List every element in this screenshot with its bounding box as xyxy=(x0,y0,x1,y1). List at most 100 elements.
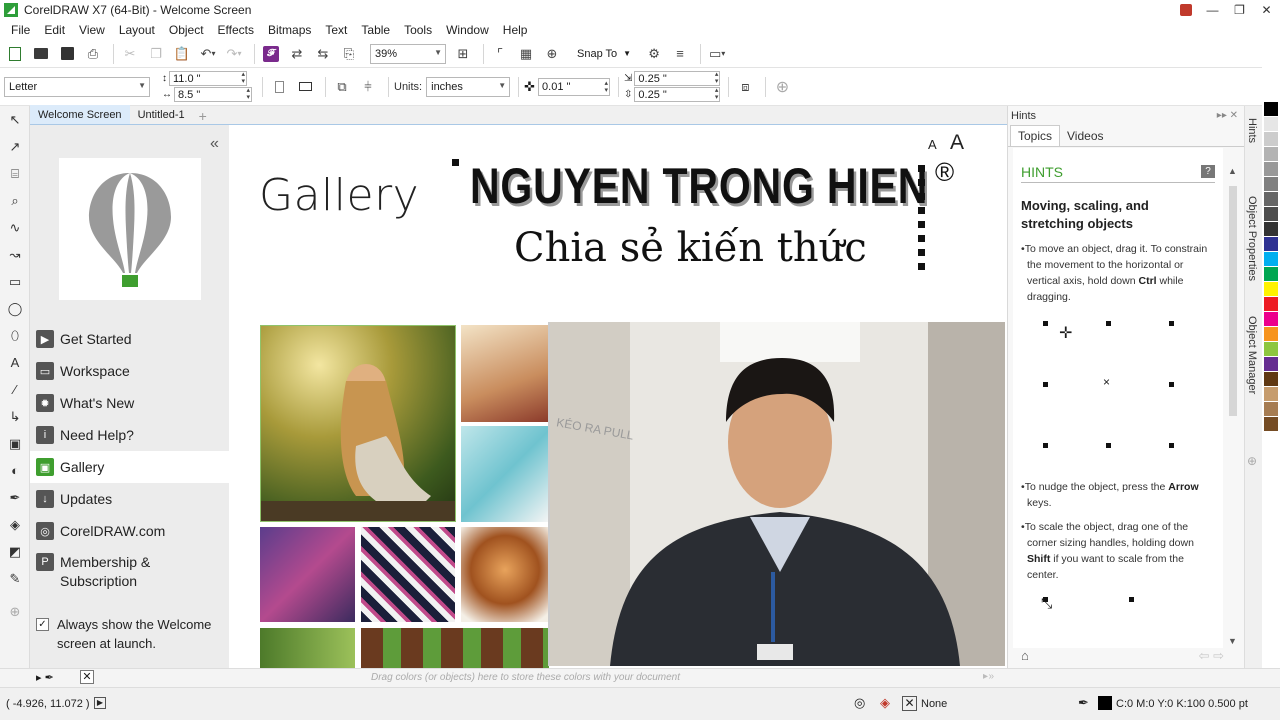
nav-item-gallery[interactable]: ▣ Gallery xyxy=(30,451,229,483)
alignment-icon[interactable]: ≡ xyxy=(669,43,691,65)
menu-effects[interactable]: Effects xyxy=(211,23,261,37)
close-button[interactable]: ✕ xyxy=(1253,0,1280,20)
minimize-button[interactable]: — xyxy=(1199,0,1226,20)
portrait-icon[interactable] xyxy=(268,76,290,98)
menu-help[interactable]: Help xyxy=(496,23,535,37)
palette-swatch[interactable] xyxy=(1264,162,1278,176)
pick-tool-icon[interactable]: ↖ xyxy=(0,106,30,133)
tab-videos[interactable]: Videos xyxy=(1060,126,1110,146)
palette-options-icon[interactable]: ▸ ✒ xyxy=(36,671,54,684)
palette-swatch[interactable] xyxy=(1264,312,1278,326)
decrease-font-button[interactable]: A xyxy=(928,137,937,152)
guidelines-icon[interactable]: ⊕ xyxy=(541,43,563,65)
palette-swatch[interactable] xyxy=(1264,252,1278,266)
duplicate-y-field[interactable]: 0.25 " ▴ ▾ xyxy=(634,87,721,102)
palette-swatch[interactable] xyxy=(1264,132,1278,146)
nav-item-updates[interactable]: ↓ Updates xyxy=(30,483,229,515)
color-proof-icon[interactable]: ◎ xyxy=(854,695,865,711)
eyedropper-icon[interactable]: ✒ xyxy=(0,484,30,511)
menu-view[interactable]: View xyxy=(72,23,112,37)
gallery-thumbnail-vine[interactable] xyxy=(361,628,549,668)
interactive-fill-icon[interactable]: ◈ xyxy=(0,511,30,538)
palette-swatch[interactable] xyxy=(1264,327,1278,341)
palette-swatch[interactable] xyxy=(1264,372,1278,386)
landscape-icon[interactable] xyxy=(294,76,316,98)
publish-pdf-icon[interactable]: ⎘ xyxy=(338,43,360,65)
new-document-icon[interactable] xyxy=(4,43,26,65)
transparency-tool-icon[interactable]: ◐ xyxy=(0,457,30,484)
gallery-thumbnail-woman[interactable] xyxy=(260,325,456,522)
docker-tab-object-properties[interactable]: Object Properties xyxy=(1246,196,1258,281)
cut-icon[interactable]: ✂ xyxy=(119,43,141,65)
menu-layout[interactable]: Layout xyxy=(112,23,162,37)
nav-item-get-started[interactable]: ▶ Get Started xyxy=(30,323,229,355)
smart-fill-icon[interactable]: ◩ xyxy=(0,538,30,565)
launch-application-icon[interactable]: ▭ ▾ xyxy=(706,43,728,65)
undo-icon[interactable]: ↶ ▾ xyxy=(197,43,219,65)
copy-icon[interactable]: ❐ xyxy=(145,43,167,65)
gallery-thumbnail-bear[interactable] xyxy=(461,527,549,622)
menu-edit[interactable]: Edit xyxy=(37,23,72,37)
duplicate-x-field[interactable]: 0.25 " ▴ ▾ xyxy=(634,71,721,86)
gallery-thumbnail-fruit[interactable] xyxy=(260,628,355,668)
palette-swatch[interactable] xyxy=(1264,357,1278,371)
palette-swatch[interactable] xyxy=(1264,342,1278,356)
palette-swatch[interactable] xyxy=(1264,192,1278,206)
options-icon[interactable]: ⚙ xyxy=(643,43,665,65)
rulers-icon[interactable]: ⌜ xyxy=(489,43,511,65)
gallery-thumbnail-pattern[interactable] xyxy=(361,527,455,622)
page-width-field[interactable]: 11.0 " ▴ ▾ xyxy=(169,71,247,86)
palette-swatch[interactable] xyxy=(1264,387,1278,401)
checkbox-checked-icon[interactable]: ✓ xyxy=(36,618,49,631)
all-pages-icon[interactable]: ⧉ xyxy=(331,76,353,98)
zoom-to-page-icon[interactable]: ⊞ xyxy=(452,43,474,65)
collapse-nav-icon[interactable]: « xyxy=(210,135,219,153)
page-size-select[interactable]: Letter ▼ xyxy=(4,76,150,97)
scroll-palette-icon[interactable]: » xyxy=(988,671,994,682)
zoom-tool-icon[interactable]: ⌕ xyxy=(0,187,30,214)
nav-item-need-help-[interactable]: i Need Help? xyxy=(30,419,229,451)
menu-tools[interactable]: Tools xyxy=(397,23,439,37)
play-icon[interactable]: ▶ xyxy=(94,697,106,709)
redo-icon[interactable]: ↷ ▾ xyxy=(223,43,245,65)
nav-item-workspace[interactable]: ▭ Workspace xyxy=(30,355,229,387)
nav-arrows-icon[interactable]: ⇦ ⇨ xyxy=(1199,648,1224,664)
nav-item-membership-subscription[interactable]: P Membership & Subscription xyxy=(30,547,229,595)
print-icon[interactable]: ⎙ xyxy=(82,43,104,65)
paste-icon[interactable]: 📋 xyxy=(171,43,193,65)
palette-swatch[interactable] xyxy=(1264,417,1278,431)
shape-tool-icon[interactable]: ↗ xyxy=(0,133,30,160)
home-icon[interactable]: ⌂ xyxy=(1021,648,1029,663)
nav-item-what-s-new[interactable]: ✹ What's New xyxy=(30,387,229,419)
user-account-icon[interactable] xyxy=(1172,0,1199,20)
gallery-thumbnail-creature[interactable] xyxy=(461,325,549,422)
grid-icon[interactable]: ▦ xyxy=(515,43,537,65)
palette-swatch[interactable] xyxy=(1264,222,1278,236)
docker-tab-object-manager[interactable]: Object Manager xyxy=(1246,316,1258,394)
text-tool-icon[interactable]: A xyxy=(0,349,30,376)
polygon-tool-icon[interactable]: ⬯ xyxy=(0,322,30,349)
nav-item-coreldraw-com[interactable]: ◎ CorelDRAW.com xyxy=(30,515,229,547)
palette-swatch[interactable] xyxy=(1264,41,1278,101)
units-select[interactable]: inches ▼ xyxy=(426,76,511,97)
menu-table[interactable]: Table xyxy=(354,23,397,37)
freehand-tool-icon[interactable]: ∿ xyxy=(0,214,30,241)
ellipse-tool-icon[interactable]: ◯ xyxy=(0,295,30,322)
search-content-icon[interactable]: 𝓕 xyxy=(260,43,282,65)
no-color-swatch-icon[interactable]: ✕ xyxy=(80,670,94,684)
menu-bitmaps[interactable]: Bitmaps xyxy=(261,23,318,37)
menu-text[interactable]: Text xyxy=(318,23,354,37)
increase-font-button[interactable]: A xyxy=(950,131,964,155)
quick-customize-icon[interactable]: ⊕ xyxy=(771,76,793,98)
open-folder-icon[interactable] xyxy=(30,43,52,65)
new-tab-icon[interactable]: + xyxy=(193,108,213,124)
connector-tool-icon[interactable]: ↳ xyxy=(0,403,30,430)
palette-swatch[interactable] xyxy=(1264,402,1278,416)
palette-swatch[interactable] xyxy=(1264,297,1278,311)
tab-untitled-1[interactable]: Untitled-1 xyxy=(130,105,193,124)
artistic-media-icon[interactable]: ↝ xyxy=(0,241,30,268)
zoom-combo[interactable]: 39% ▼ xyxy=(370,43,446,64)
export-icon[interactable]: ⇆ xyxy=(312,43,334,65)
parallel-dimension-icon[interactable]: ∕ xyxy=(0,376,30,403)
add-tool-icon[interactable]: ⊕ xyxy=(0,598,30,625)
